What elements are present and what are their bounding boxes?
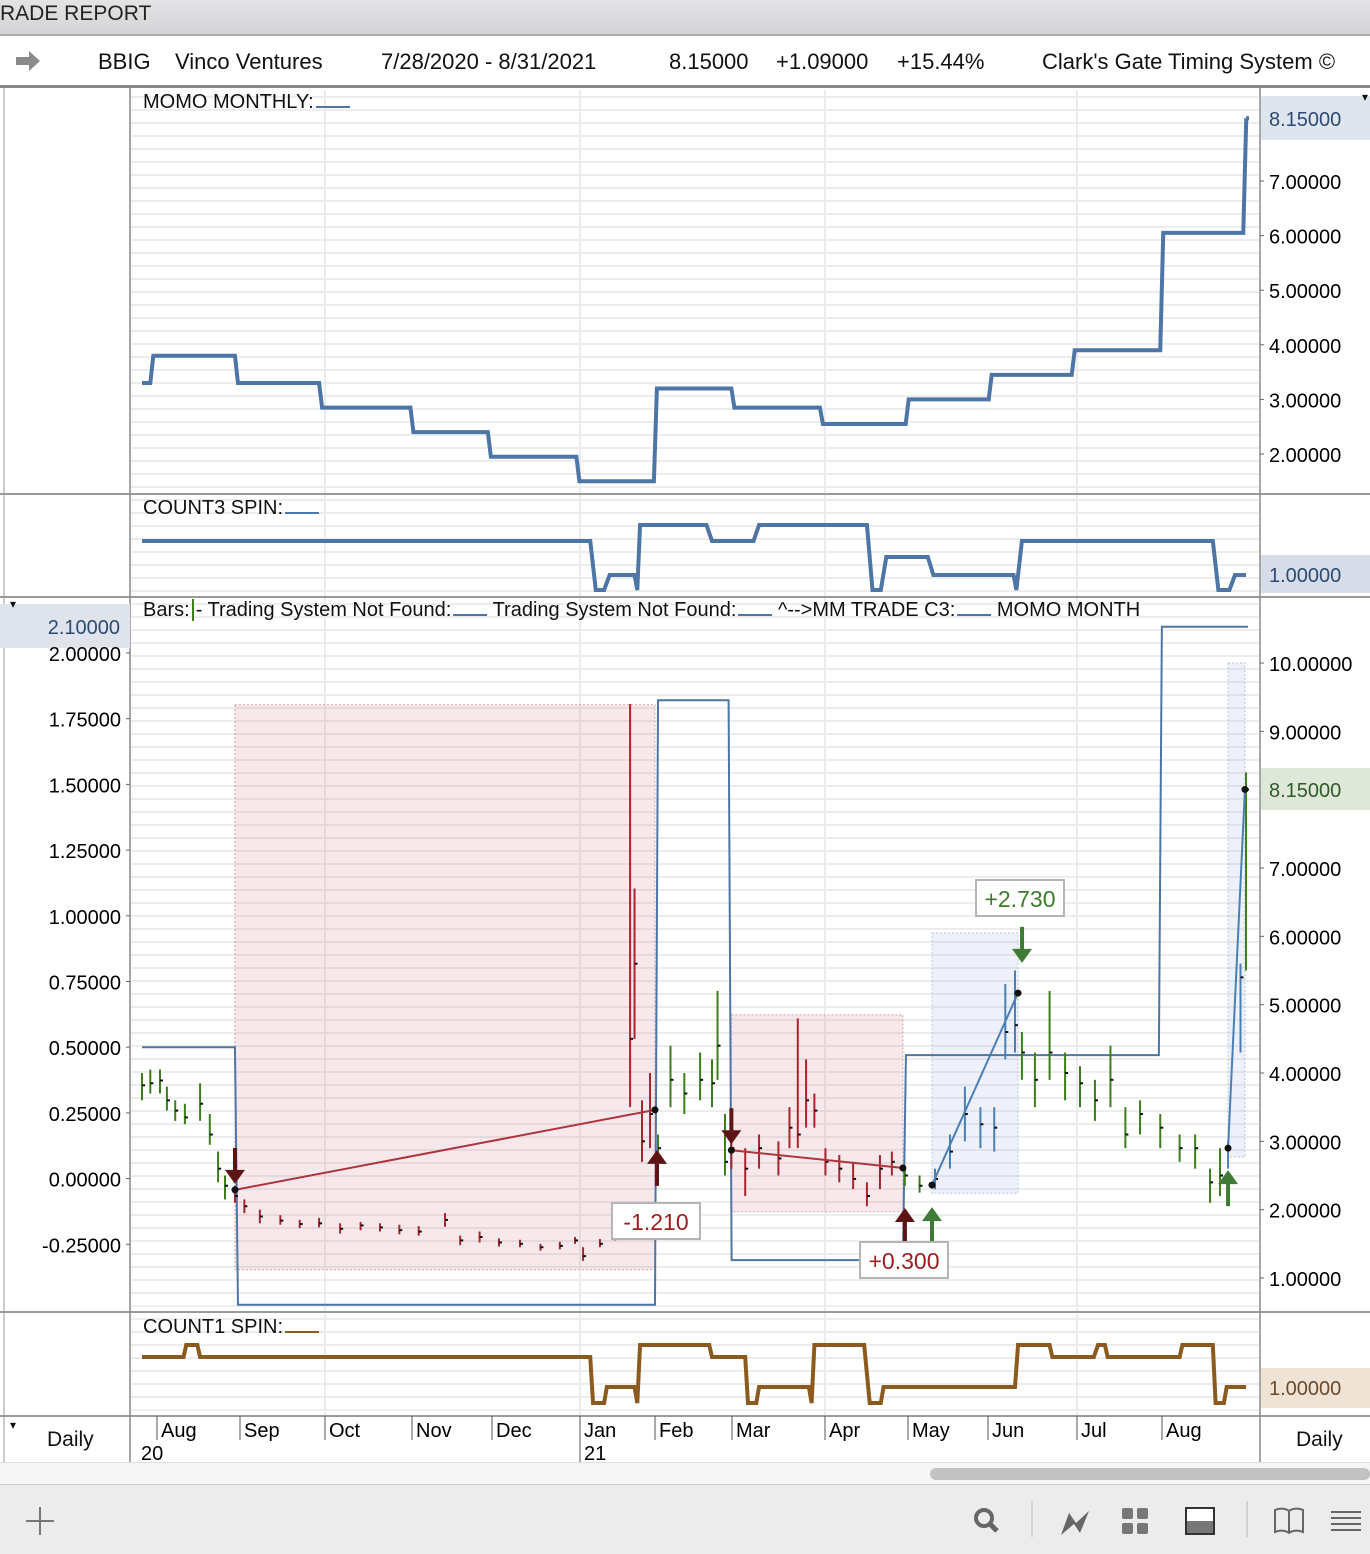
legend-system-2: Trading System Not Found: xyxy=(492,599,737,621)
legend-bars: Bars: xyxy=(143,599,190,621)
year-label: 21 xyxy=(584,1443,606,1462)
month-label: Sep xyxy=(244,1420,280,1442)
collapse-triangle-icon[interactable]: ▾ xyxy=(1362,90,1368,104)
left-tick-label: 2.00000 xyxy=(49,644,121,666)
search-icon[interactable] xyxy=(968,1503,1004,1537)
trade-exit-dot xyxy=(899,1164,907,1172)
period-dropdown-icon[interactable]: ▾ xyxy=(10,1418,16,1432)
count3-legend: COUNT3 SPIN: xyxy=(143,497,320,520)
month-label: Nov xyxy=(416,1420,452,1442)
horizontal-scrollbar[interactable] xyxy=(0,1462,1370,1484)
year-label: 20 xyxy=(141,1443,163,1462)
right-tick-label: 9.00000 xyxy=(1269,722,1341,744)
add-icon[interactable] xyxy=(22,1503,58,1537)
right-tick-label: 3.00000 xyxy=(1269,1132,1341,1154)
month-label: Jun xyxy=(992,1420,1024,1442)
month-label: Jan xyxy=(584,1420,616,1442)
right-current-value: 8.15000 xyxy=(1269,780,1341,802)
collapse-triangle-icon[interactable]: ▾ xyxy=(10,597,16,611)
right-tick-label: 7.00000 xyxy=(1269,859,1341,881)
count3-current-value: 1.00000 xyxy=(1269,565,1341,587)
left-tick-label: 1.50000 xyxy=(49,775,121,797)
scrollbar-thumb[interactable] xyxy=(930,1468,1370,1480)
right-tick-label: 5.00000 xyxy=(1269,996,1341,1018)
trade-entry-dot xyxy=(727,1146,735,1154)
book-icon[interactable] xyxy=(1271,1503,1307,1537)
trade-box xyxy=(234,704,656,1271)
main-legend: Bars: - Trading System Not Found: Trading… xyxy=(143,599,1140,622)
y-tick-label: 2.00000 xyxy=(1269,445,1341,467)
trade-entry-dot xyxy=(231,1186,239,1194)
pane-grid xyxy=(131,90,1259,494)
y-tick-label: 7.00000 xyxy=(1269,172,1341,194)
legend-momo-month: MOMO MONTH xyxy=(996,599,1141,621)
right-tick-label: 4.00000 xyxy=(1269,1064,1341,1086)
toolbar-divider xyxy=(1246,1501,1248,1537)
trade-result-label: -1.210 xyxy=(623,1209,688,1235)
right-tick-label: 2.00000 xyxy=(1269,1201,1341,1223)
month-label: Oct xyxy=(329,1420,361,1442)
right-tick-label: 1.00000 xyxy=(1269,1269,1341,1291)
momo-monthly-legend: MOMO MONTHLY: xyxy=(143,91,350,114)
trade-exit-dot xyxy=(1014,989,1022,997)
panel-icon[interactable] xyxy=(1182,1503,1218,1537)
y-tick-label: 5.00000 xyxy=(1269,281,1341,303)
trade-entry-dot xyxy=(1224,1144,1232,1152)
trade-exit-dot xyxy=(651,1106,659,1114)
y-tick-label: 6.00000 xyxy=(1269,227,1341,249)
month-label: Jul xyxy=(1081,1420,1107,1442)
trade-entry-dot xyxy=(928,1181,936,1189)
left-tick-label: 0.00000 xyxy=(49,1170,121,1192)
trade-result-label: +2.730 xyxy=(985,886,1056,912)
left-current-value: 2.10000 xyxy=(48,617,120,639)
y-tick-label: 4.00000 xyxy=(1269,336,1341,358)
month-label: Aug xyxy=(1166,1420,1202,1442)
legend-system-1: - Trading System Not Found: xyxy=(195,599,452,621)
menu-icon[interactable] xyxy=(1328,1503,1364,1537)
month-label: Dec xyxy=(496,1420,532,1442)
month-label: Apr xyxy=(829,1420,860,1442)
month-label: Feb xyxy=(659,1420,693,1442)
y-tick-label: 3.00000 xyxy=(1269,390,1341,412)
chart-area[interactable]: -1.210 +0.300 +2.730 8.15000 7.00000 6.00000 5… xyxy=(0,0,1370,1462)
period-left[interactable]: Daily xyxy=(47,1428,94,1452)
bottom-toolbar xyxy=(0,1484,1370,1554)
right-tick-label: 6.00000 xyxy=(1269,927,1341,949)
count1-current-value: 1.00000 xyxy=(1269,1378,1341,1400)
layout-grid-icon[interactable] xyxy=(1117,1503,1153,1537)
left-tick-label: 1.75000 xyxy=(49,710,121,732)
left-tick-label: 1.00000 xyxy=(49,907,121,929)
left-tick-label: 0.50000 xyxy=(49,1038,121,1060)
left-tick-label: 0.75000 xyxy=(49,973,121,995)
month-label: May xyxy=(912,1420,950,1442)
momo-current-value: 8.15000 xyxy=(1269,109,1341,131)
trade-result-label: +0.300 xyxy=(869,1248,940,1274)
legend-mm-trade: ^-->MM TRADE C3: xyxy=(777,599,956,621)
chart-style-icon[interactable] xyxy=(1058,1503,1094,1537)
left-tick-label: -0.25000 xyxy=(42,1235,121,1257)
trade-box xyxy=(730,1014,904,1213)
count1-legend: COUNT1 SPIN: xyxy=(143,1316,320,1339)
month-label: Mar xyxy=(736,1420,771,1442)
period-right[interactable]: Daily xyxy=(1296,1428,1343,1452)
month-label: Aug xyxy=(161,1420,197,1442)
left-tick-label: 1.25000 xyxy=(49,841,121,863)
left-tick-label: 0.25000 xyxy=(49,1104,121,1126)
toolbar-divider xyxy=(1031,1501,1033,1537)
trade-exit-dot xyxy=(1241,785,1249,793)
right-tick-label: 10.00000 xyxy=(1269,654,1352,676)
